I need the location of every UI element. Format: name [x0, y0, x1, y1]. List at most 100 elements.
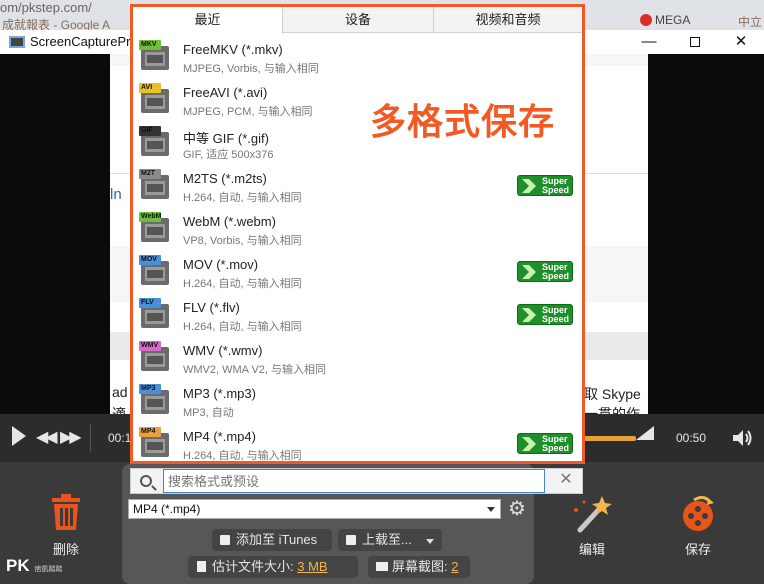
format-item[interactable]: WebM WebM (*.webm) VP8, Vorbis, 与输入相同: [133, 206, 582, 249]
format-icon-label: WebM: [141, 213, 162, 220]
size-value[interactable]: 3 MB: [297, 559, 327, 574]
timeline-progress[interactable]: [584, 436, 636, 441]
format-icon-label: WMV: [141, 342, 159, 349]
save-button[interactable]: 保存: [668, 494, 728, 558]
watermark-logo: PK 痞凱踏踏: [6, 556, 62, 576]
format-description: H.264, 自动, 与输入相同: [183, 450, 302, 462]
tab-devices[interactable]: 设备: [283, 7, 434, 33]
tab-recent[interactable]: 最近: [133, 7, 283, 34]
format-file-icon: MOV: [139, 255, 173, 287]
time-total: 00:50: [676, 431, 707, 445]
app-icon: [9, 36, 25, 48]
format-icon-label: MP4: [141, 428, 156, 435]
estimated-size: 估计文件大小: 3 MB: [188, 556, 358, 578]
screenshot-count: 屏幕截图: 2: [368, 556, 470, 578]
browser-url-fragment: om/pkstep.com/: [0, 0, 92, 15]
upload-to-dropdown[interactable]: 上载至...: [338, 529, 442, 551]
format-item[interactable]: M2T M2TS (*.m2ts) H.264, 自动, 与输入相同 Super Spe…: [133, 163, 582, 206]
format-file-icon: FLV: [139, 298, 173, 330]
format-file-icon: WebM: [139, 212, 173, 244]
upload-checkbox[interactable]: [346, 535, 356, 545]
save-label: 保存: [684, 542, 711, 557]
bookmark-4[interactable]: 中立: [738, 13, 762, 30]
chevron-right-icon: [522, 179, 536, 193]
format-item[interactable]: MOV MOV (*.mov) H.264, 自动, 与输入相同 Super Speed: [133, 249, 582, 292]
format-item[interactable]: MP3 MP3 (*.mp3) MP3, 自动: [133, 378, 582, 421]
output-format-select[interactable]: MP4 (*.mp4): [128, 499, 501, 519]
format-description: MP3, 自动: [183, 407, 234, 419]
maximize-button[interactable]: [672, 30, 718, 54]
format-description: VP8, Vorbis, 与输入相同: [183, 235, 302, 247]
close-button[interactable]: ✕: [718, 30, 764, 54]
edit-button[interactable]: 编辑: [562, 494, 622, 558]
format-file-icon: MKV: [139, 40, 173, 72]
format-name: FreeAVI (*.avi): [183, 85, 268, 100]
super-speed-badge: Super Speed: [517, 175, 573, 196]
volume-slider[interactable]: [636, 426, 654, 440]
tab-video-audio[interactable]: 视频和音频: [434, 7, 582, 33]
format-file-icon: WMV: [139, 341, 173, 373]
chevron-down-icon: [426, 539, 434, 544]
format-item[interactable]: WMV WMV (*.wmv) WMV2, WMA V2, 与输入相同: [133, 335, 582, 378]
delete-button[interactable]: 删除: [36, 494, 96, 558]
mega-icon: [640, 14, 652, 26]
format-name: MP3 (*.mp3): [183, 386, 256, 401]
add-to-itunes-toggle[interactable]: 添加至 iTunes: [212, 529, 332, 551]
format-name: WMV (*.wmv): [183, 343, 263, 358]
rewind-icon[interactable]: ◀◀: [36, 427, 58, 447]
chevron-right-icon: [522, 265, 536, 279]
format-description: H.264, 自动, 与输入相同: [183, 321, 302, 333]
format-description: H.264, 自动, 与输入相同: [183, 278, 302, 290]
chevron-right-icon: [522, 437, 536, 451]
upload-label: 上载至...: [362, 532, 412, 547]
format-search-input[interactable]: [163, 469, 545, 493]
chevron-down-icon: [487, 507, 495, 512]
speaker-icon[interactable]: [730, 426, 754, 450]
format-name: FreeMKV (*.mkv): [183, 42, 283, 57]
gear-icon[interactable]: ⚙: [506, 498, 528, 520]
watermark-sub: 痞凱踏踏: [34, 566, 63, 573]
format-description: H.264, 自动, 与输入相同: [183, 192, 302, 204]
watermark-logo-text: PK: [6, 556, 30, 575]
format-icon-label: MP3: [141, 385, 156, 392]
trash-icon: [52, 494, 80, 530]
super-speed-badge: Super Speed: [517, 304, 573, 325]
format-icon-label: M2T: [141, 170, 155, 177]
magic-wand-icon: [574, 496, 612, 533]
format-item[interactable]: MP4 MP4 (*.mp4) H.264, 自动, 与输入相同 Super Speed: [133, 421, 582, 464]
format-tabs: 最近 设备 视频和音频: [133, 7, 582, 34]
format-name: WebM (*.webm): [183, 214, 276, 229]
bookmark-1[interactable]: 成就報表 - Google A: [2, 16, 110, 30]
itunes-checkbox[interactable]: [220, 535, 230, 545]
super-speed-label: Super Speed: [542, 262, 570, 281]
preview-link-fragment: ln: [110, 186, 122, 203]
clear-search-icon[interactable]: ✕: [558, 472, 574, 488]
format-description: GIF, 适应 500x376: [183, 149, 274, 161]
itunes-label: 添加至 iTunes: [236, 532, 318, 547]
preview-text-left-1: ad: [112, 384, 128, 400]
format-file-icon: MP4: [139, 427, 173, 459]
edit-label: 编辑: [578, 542, 605, 557]
screenshot-value[interactable]: 2: [451, 559, 458, 574]
format-icon-label: AVI: [141, 84, 153, 91]
format-item[interactable]: FLV FLV (*.flv) H.264, 自动, 与输入相同 Super Speed: [133, 292, 582, 335]
save-film-icon: [683, 495, 714, 531]
window-title: ScreenCapturePro: [30, 34, 138, 49]
monitor-icon: [376, 562, 388, 571]
file-icon: [197, 561, 206, 572]
super-speed-label: Super Speed: [542, 305, 570, 324]
format-icon-label: MKV: [141, 41, 157, 48]
format-name: MP4 (*.mp4): [183, 429, 256, 444]
play-icon[interactable]: [12, 426, 26, 446]
format-item[interactable]: MKV FreeMKV (*.mkv) MJPEG, Vorbis, 与输入相同: [133, 34, 582, 77]
size-label: 估计文件大小:: [212, 559, 294, 574]
fast-forward-icon[interactable]: ▶▶: [60, 427, 82, 447]
preview-text-right-1: 取 Skype: [584, 386, 641, 402]
format-icon-label: MOV: [141, 256, 157, 263]
bookmark-mega[interactable]: MEGA: [655, 13, 690, 27]
minimize-button[interactable]: —: [626, 30, 672, 54]
format-name: M2TS (*.m2ts): [183, 171, 267, 186]
format-picker-popup: 最近 设备 视频和音频 MKV FreeMKV (*.mkv) MJPEG, Vor…: [130, 4, 585, 464]
format-file-icon: M2T: [139, 169, 173, 201]
format-file-icon: GIF: [139, 126, 173, 158]
